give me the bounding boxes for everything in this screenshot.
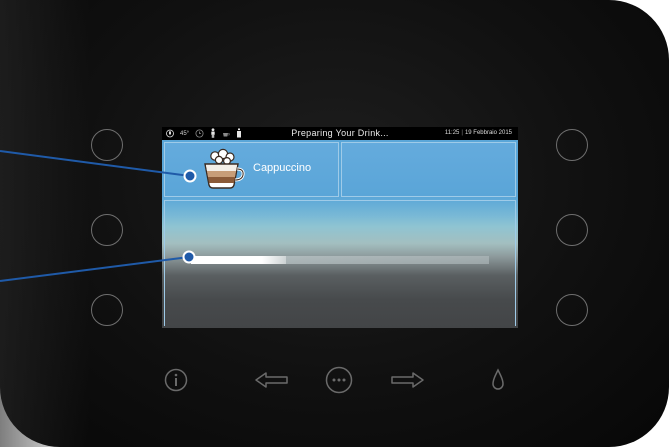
right-side-button-3[interactable] xyxy=(556,294,588,326)
left-arrow-icon[interactable] xyxy=(255,371,289,394)
right-arrow-icon[interactable] xyxy=(390,371,424,394)
drink-label: Cappuccino xyxy=(253,162,312,174)
progress-fill xyxy=(191,256,287,264)
datetime: 11:25 | 19 Febbraio 2015 xyxy=(444,130,512,136)
status-bar: 45° Preparing Your Drink... 11:25 | 19 Feb… xyxy=(162,127,518,140)
left-side-button-2[interactable] xyxy=(91,214,123,246)
coffee-machine-panel: 45° Preparing Your Drink... 11:25 | 19 Feb… xyxy=(0,0,669,447)
right-side-button-1[interactable] xyxy=(556,129,588,161)
drink-tile[interactable]: Cappuccino xyxy=(164,142,339,197)
right-side-button-2[interactable] xyxy=(556,214,588,246)
progress-bar xyxy=(191,256,489,264)
water-drop-icon[interactable] xyxy=(491,368,505,397)
menu-dots-icon[interactable] xyxy=(325,366,353,399)
status-time: 11:25 xyxy=(444,130,460,136)
left-side-button-3[interactable] xyxy=(91,294,123,326)
cappuccino-cup-icon xyxy=(197,147,245,193)
left-side-button-1[interactable] xyxy=(91,129,123,161)
screen-content: Cappuccino xyxy=(162,140,518,328)
status-date: 19 Febbraio 2015 xyxy=(464,130,512,136)
display-screen: 45° Preparing Your Drink... 11:25 | 19 Feb… xyxy=(162,127,518,328)
info-icon[interactable] xyxy=(164,368,188,397)
empty-tile[interactable] xyxy=(341,142,516,197)
progress-panel xyxy=(164,200,516,326)
